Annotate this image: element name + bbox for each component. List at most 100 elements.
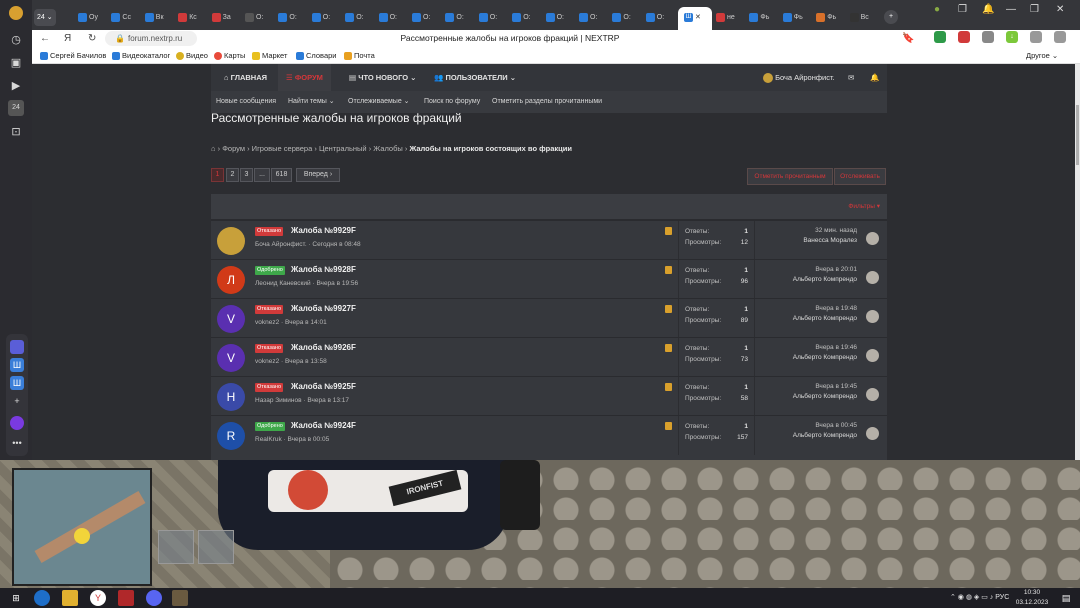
bookmarks-other[interactable]: Другое ⌄ — [1026, 50, 1058, 62]
app-icon[interactable] — [10, 340, 24, 354]
app-icon[interactable] — [118, 590, 134, 606]
browser-tab[interactable]: За — [211, 9, 242, 26]
bookmark-item[interactable]: Видеокаталог — [112, 50, 170, 62]
thread-row[interactable]: Отказано Жалоба №9929F Боча Айронфист. · С… — [211, 220, 887, 260]
last-post-time[interactable]: Вчера в 19:48 — [815, 305, 857, 312]
yandex-ext-icon[interactable]: ● — [934, 4, 940, 15]
extension-icon[interactable] — [958, 31, 970, 43]
browser-tab[interactable]: О: — [512, 9, 542, 26]
author-avatar[interactable]: V — [217, 305, 245, 333]
thread-title[interactable]: Жалоба №9927F — [291, 304, 356, 313]
browser-tab[interactable]: О: — [278, 9, 308, 26]
bookmark-item[interactable]: Маркет — [252, 50, 287, 62]
home-icon[interactable]: ⌂ — [211, 144, 216, 153]
browser-tab[interactable]: Фь — [749, 9, 779, 26]
tab-layout-icon[interactable]: ❐ — [958, 4, 967, 15]
browser-tab[interactable]: О: — [311, 9, 342, 26]
yandex-icon[interactable]: Я — [64, 31, 71, 46]
browser-tab[interactable]: О: — [378, 9, 409, 26]
browser-tab[interactable]: О: — [445, 9, 475, 26]
alice-icon[interactable] — [10, 416, 24, 430]
browser-tab[interactable]: Фь — [816, 9, 846, 26]
browser-tab[interactable]: Вс — [849, 9, 880, 26]
add-icon[interactable]: + — [10, 394, 24, 408]
last-post-user[interactable]: Ванесса Моралез — [803, 237, 857, 244]
page-2[interactable]: 2 — [226, 168, 239, 182]
page-3[interactable]: 3 — [240, 168, 253, 182]
last-post-user[interactable]: Альберто Компрендо — [793, 354, 857, 361]
thread-title[interactable]: Жалоба №9925F — [291, 382, 356, 391]
browser-tab[interactable]: Вк — [144, 9, 175, 26]
last-post-user[interactable]: Альберто Компрендо — [793, 393, 857, 400]
discord-icon[interactable] — [146, 590, 162, 606]
filters-button[interactable]: Фильтры ▾ — [790, 202, 880, 210]
download-manager-icon[interactable] — [1054, 31, 1066, 43]
breadcrumb-item[interactable]: Форум — [222, 144, 245, 153]
active-tab-label[interactable]: Ш ✕ — [684, 9, 701, 26]
last-poster-avatar[interactable] — [866, 232, 879, 245]
minimize-icon[interactable]: — — [1006, 4, 1016, 15]
browser-logo-icon[interactable] — [9, 6, 23, 20]
thread-title[interactable]: Жалоба №9924F — [291, 421, 356, 430]
counter-icon[interactable]: 24 — [8, 100, 24, 116]
tab-counter[interactable]: 24 ⌄ — [34, 9, 56, 26]
browser-tab[interactable]: Кс — [178, 9, 208, 26]
close-window-icon[interactable]: ✕ — [1056, 4, 1064, 15]
browser-tab[interactable]: О: — [478, 9, 509, 26]
thread-title[interactable]: Жалоба №9926F — [291, 343, 356, 352]
tray-icons[interactable]: ⌃ ◉ ◍ ◈ ▭ ♪ — [950, 594, 995, 601]
back-icon[interactable]: ← — [40, 31, 50, 46]
last-post-time[interactable]: Вчера в 19:45 — [815, 383, 857, 390]
author-avatar[interactable]: R — [217, 422, 245, 450]
messages-icon[interactable]: ✉ — [848, 64, 854, 91]
yandex-browser-icon[interactable]: Y — [90, 590, 106, 606]
next-page-button[interactable]: Вперед › — [296, 168, 340, 182]
nav-forums[interactable]: ☰ Форум — [278, 64, 331, 91]
notifications-center-icon[interactable]: ▤ — [1058, 590, 1074, 606]
breadcrumb-item[interactable]: Игровые сервера — [252, 144, 313, 153]
address-bar[interactable]: 🔒 forum.nextrp.ru — [105, 31, 197, 46]
watch-button[interactable]: Отслеживать — [834, 168, 886, 185]
breadcrumb-item[interactable]: Центральный — [319, 144, 367, 153]
browser-tab[interactable]: О: — [612, 9, 642, 26]
page-ellipsis[interactable]: ... — [254, 168, 270, 182]
screenshot-icon[interactable]: ⊡ — [8, 124, 24, 140]
author-avatar[interactable]: Л — [217, 266, 245, 294]
system-tray[interactable]: ⌃ ◉ ◍ ◈ ▭ ♪ РУС — [950, 588, 1009, 608]
nav-user[interactable]: Боча Айронфист. — [763, 64, 835, 91]
page-1[interactable]: 1 — [211, 168, 224, 182]
share-icon[interactable] — [1030, 31, 1042, 43]
bookmark-icon[interactable]: 🔖 — [902, 31, 914, 46]
bookmark-item[interactable]: Карты — [214, 50, 245, 62]
last-post-time[interactable]: Вчера в 00:45 — [815, 422, 857, 429]
nav-home[interactable]: ⌂ Главная — [220, 64, 271, 91]
browser-tab[interactable]: Сс — [111, 9, 141, 26]
browser-tab[interactable]: не — [716, 9, 746, 26]
thread-title[interactable]: Жалоба №9928F — [291, 265, 356, 274]
bookmark-item[interactable]: Словари — [296, 50, 336, 62]
last-post-user[interactable]: Альберто Компрендо — [793, 315, 857, 322]
extension-icon[interactable] — [982, 31, 994, 43]
last-post-time[interactable]: Вчера в 20:01 — [815, 266, 857, 273]
thread-row[interactable]: Л Одобрено Жалоба №9928F Леонид Каневский ·… — [211, 259, 887, 299]
last-poster-avatar[interactable] — [866, 388, 879, 401]
browser-tab[interactable]: О: — [645, 9, 676, 26]
browser-tab[interactable]: О: — [345, 9, 375, 26]
reload-icon[interactable]: ↻ — [88, 31, 96, 46]
thread-row[interactable]: Н Отказано Жалоба №9925F Назар Зиминов · Вч… — [211, 376, 887, 416]
last-post-time[interactable]: 32 мин. назад — [815, 227, 857, 234]
bookmark-item[interactable]: Почта — [344, 50, 375, 62]
extension-icon[interactable] — [934, 31, 946, 43]
last-poster-avatar[interactable] — [866, 271, 879, 284]
start-icon[interactable]: ⊞ — [8, 590, 24, 606]
new-tab-button[interactable]: + — [884, 10, 898, 24]
breadcrumb-item[interactable]: Жалобы — [373, 144, 403, 153]
thread-title[interactable]: Жалоба №9929F — [291, 226, 356, 235]
browser-tab[interactable]: Фь — [782, 9, 813, 26]
more-icon[interactable]: ••• — [10, 436, 24, 450]
alerts-icon[interactable]: 🔔 — [870, 64, 879, 91]
last-poster-avatar[interactable] — [866, 427, 879, 440]
page-last[interactable]: 618 — [271, 168, 292, 182]
nav-whats-new[interactable]: ▤ Что нового ⌄ — [345, 64, 420, 91]
author-avatar[interactable]: V — [217, 344, 245, 372]
